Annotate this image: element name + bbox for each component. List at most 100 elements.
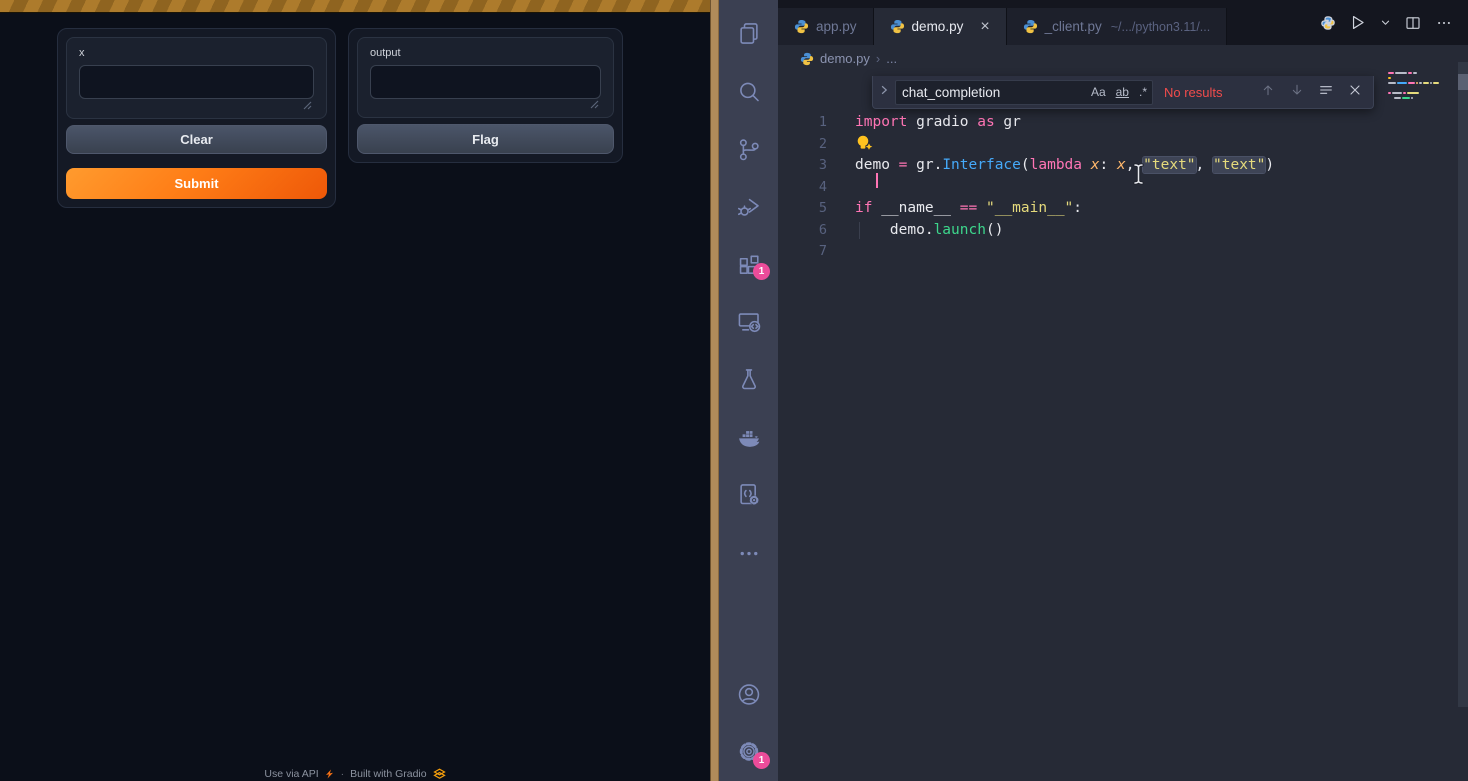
vscode-window: 1 1 [719,0,1468,781]
explorer-icon[interactable] [735,20,762,47]
code-token: : [1099,157,1116,173]
gradio-input-column: x Clear Submit [57,28,336,208]
minimap-segment [1408,72,1412,74]
breadcrumb[interactable]: demo.py › ... [778,45,1468,72]
find-in-selection-icon[interactable] [1318,82,1334,103]
code-token: gr. [907,157,942,173]
breadcrumb-separator: › [876,51,880,66]
minimap-segment [1411,97,1413,99]
code-view[interactable]: 1import gradio as gr23demo = gr.Interfac… [778,112,1468,263]
code-line[interactable]: 4 [778,177,1468,199]
submit-button[interactable]: Submit [66,168,327,199]
minimap-segment [1388,77,1391,79]
code-token: "__main__" [986,200,1073,216]
minimap-row [1388,87,1446,89]
bolt-icon [325,769,335,779]
code-token: x [1117,157,1126,173]
python-icon [890,19,905,34]
code-line[interactable]: 6 demo.launch() [778,220,1468,242]
use-via-api-link[interactable]: Use via API [264,768,318,780]
minimap-segment [1388,72,1394,74]
run-button[interactable] [1348,13,1367,32]
editor-area: app.py demo.py × _client.py ~/.../python… [778,0,1468,781]
toggle-replace-icon[interactable] [873,83,895,101]
search-icon[interactable] [735,78,762,105]
tab-client-py[interactable]: _client.py ~/.../python3.11/... [1007,8,1228,45]
account-icon[interactable] [735,681,762,708]
code-token: ( [1021,157,1030,173]
tab-demo-py[interactable]: demo.py × [874,8,1007,45]
gradio-logo-icon [433,768,446,780]
output-textbox-block: output [357,37,614,118]
editor-scrollbar[interactable] [1458,62,1468,707]
code-token [1082,157,1091,173]
minimap-segment [1419,82,1422,84]
resize-handle-icon[interactable] [590,100,599,109]
output-textarea[interactable] [370,65,601,99]
code-token: demo. [855,222,934,238]
code-token: gr [995,114,1021,130]
line-number: 3 [778,155,827,177]
remote-explorer-icon[interactable] [735,309,762,336]
extensions-badge: 1 [753,263,770,280]
close-find-icon[interactable] [1347,82,1363,103]
more-views-icon[interactable] [735,540,762,567]
activity-bar: 1 1 [719,0,778,781]
flag-button[interactable]: Flag [357,124,614,154]
testing-beaker-icon[interactable] [735,366,762,393]
line-number: 2 [778,134,827,156]
minimap-row [1388,72,1446,74]
resize-handle-icon[interactable] [303,101,312,110]
gradio-app: x Clear Submit output Flag Use via API [0,0,710,781]
breadcrumb-symbol[interactable]: ... [886,51,897,66]
minimap-segment [1397,82,1407,84]
run-debug-icon[interactable] [735,194,762,221]
window-resize-divider[interactable] [710,0,719,781]
lightbulb-sparkle-icon[interactable] [855,134,875,152]
python-icon [800,52,814,66]
minimap[interactable] [1388,72,1446,102]
code-line[interactable]: 7 [778,241,1468,263]
clear-button[interactable]: Clear [66,125,327,155]
code-token: import [855,114,907,130]
match-case-toggle[interactable]: Aa [1086,85,1111,99]
minimap-segment [1413,72,1417,74]
scrollbar-thumb[interactable] [1458,74,1468,90]
previous-match-icon[interactable] [1260,82,1276,103]
code-line[interactable]: 2 [778,134,1468,156]
source-control-icon[interactable] [735,136,762,163]
code-line[interactable]: 5if __name__ == "__main__": [778,198,1468,220]
code-token: if [855,200,872,216]
code-token: __name__ [872,200,959,216]
docker-icon[interactable] [735,424,762,451]
built-with-gradio-link[interactable]: Built with Gradio [350,768,426,780]
find-input-box: Aa ab .* [895,80,1153,105]
code-token: gradio [907,114,977,130]
text-caret [876,173,878,188]
minimap-segment [1430,82,1432,84]
line-number: 4 [778,177,827,199]
editor[interactable]: Aa ab .* No results 1import gradio as gr… [778,72,1468,781]
code-line[interactable]: 3demo = gr.Interface(lambda x: x, "text"… [778,155,1468,177]
code-line[interactable]: 1import gradio as gr [778,112,1468,134]
find-input[interactable] [896,85,1086,100]
tab-label: app.py [816,19,857,34]
footer-separator: · [341,768,345,780]
input-label: x [67,38,326,59]
run-dropdown-icon[interactable] [1380,17,1391,28]
regex-toggle[interactable]: .* [1134,85,1152,99]
x-textarea[interactable] [79,65,314,99]
split-editor-icon[interactable] [1404,14,1422,32]
more-actions-icon[interactable] [1435,14,1453,32]
code-runner-icon[interactable] [735,481,762,508]
gradio-output-column: output Flag [348,28,623,163]
code-token: ) [1265,157,1274,173]
tab-app-py[interactable]: app.py [778,8,874,45]
minimap-segment [1392,92,1402,94]
code-token: : [1073,200,1082,216]
breadcrumb-file[interactable]: demo.py [820,51,870,66]
close-tab-icon[interactable]: × [980,19,989,35]
code-token: lambda [1030,157,1082,173]
next-match-icon[interactable] [1289,82,1305,103]
whole-word-toggle[interactable]: ab [1111,85,1134,99]
